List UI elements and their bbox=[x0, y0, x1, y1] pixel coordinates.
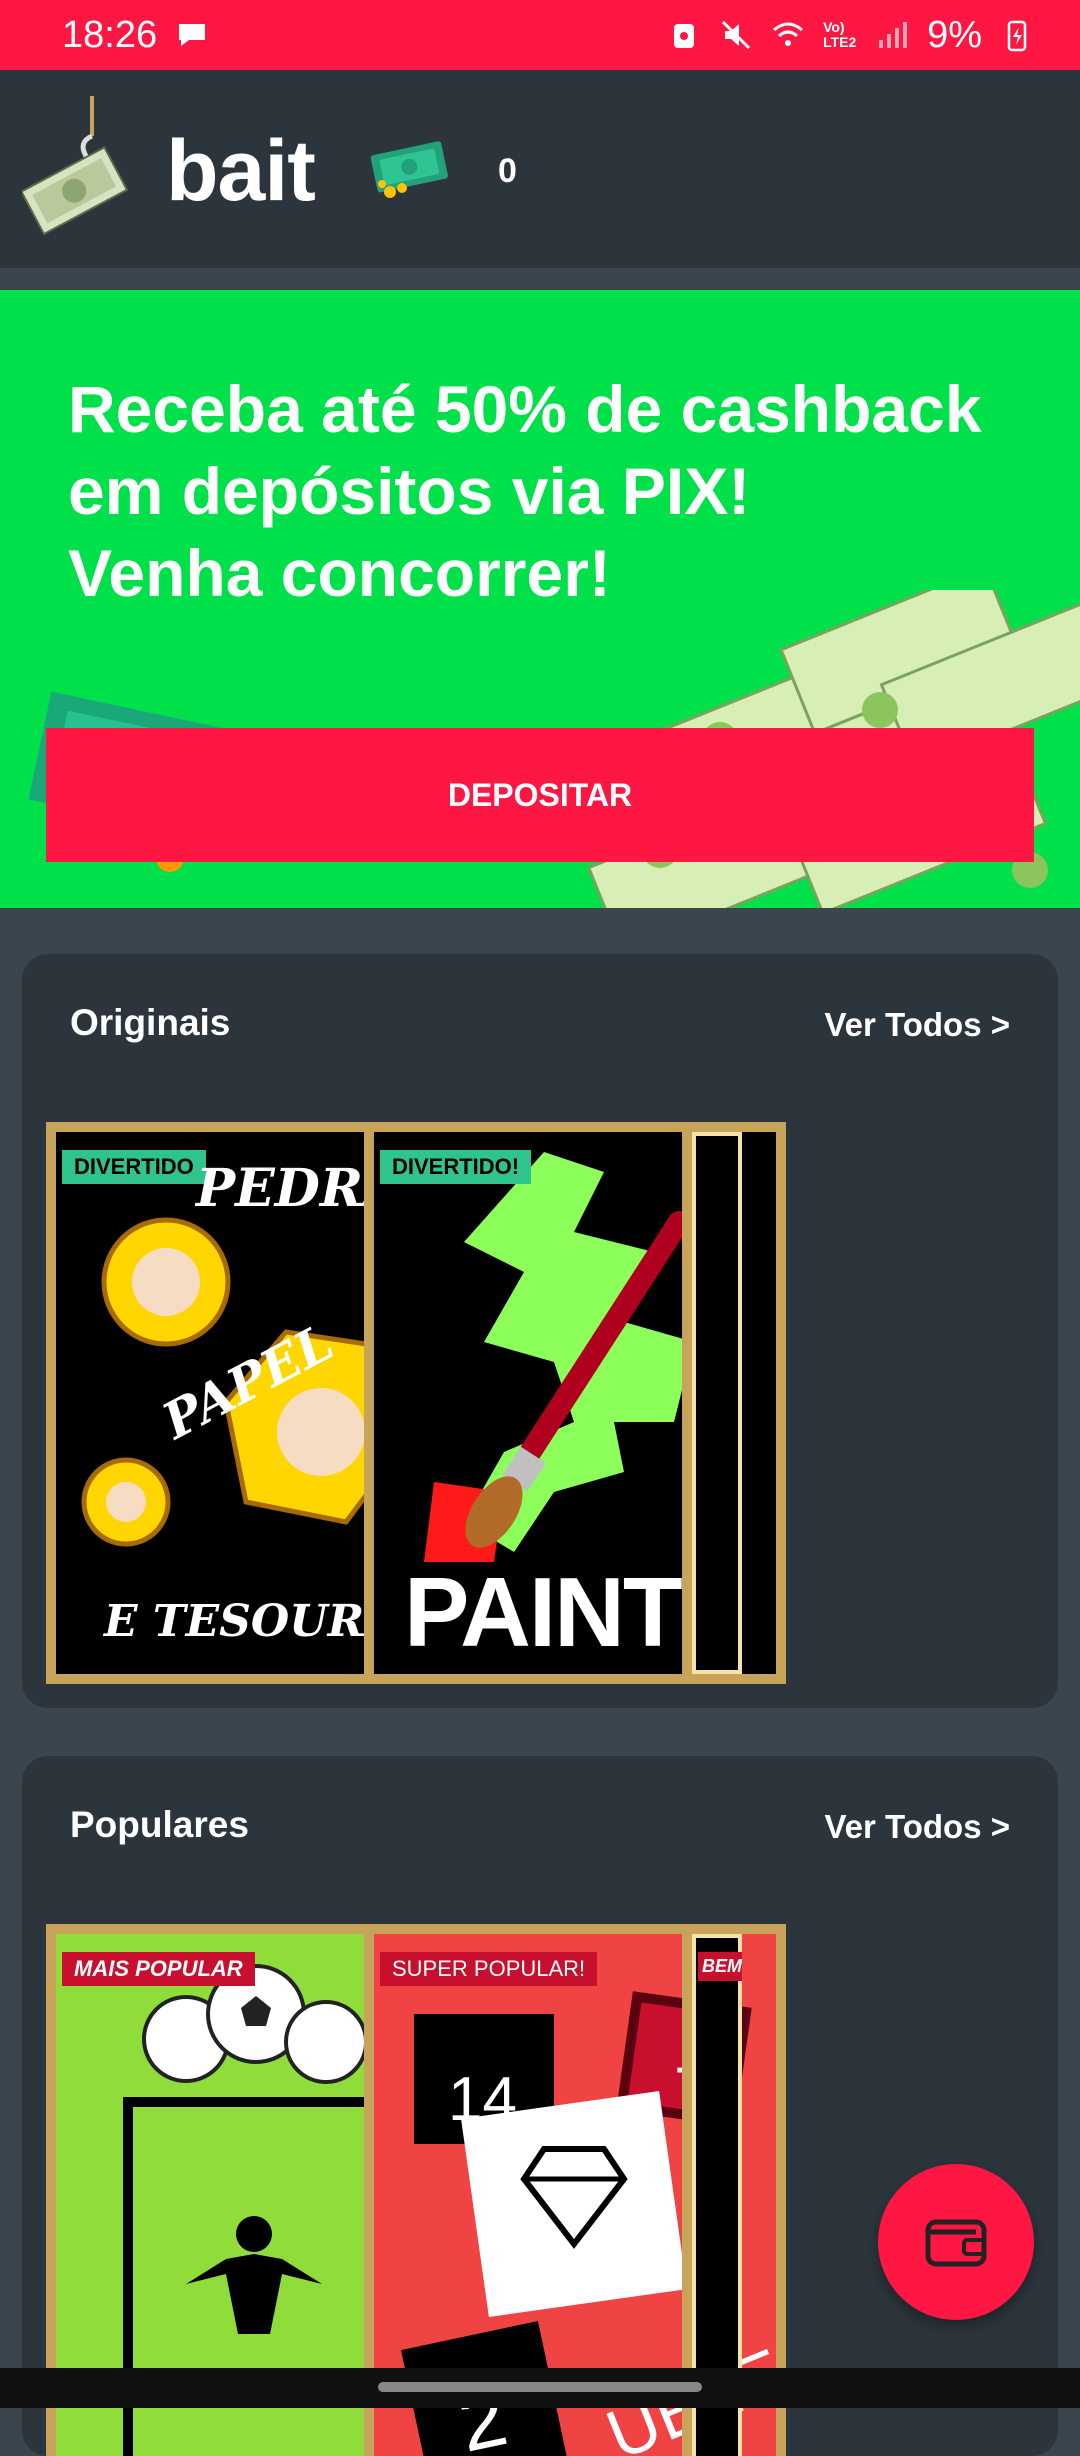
status-time: 18:26 bbox=[62, 13, 158, 56]
see-all-link[interactable]: Ver Todos > bbox=[824, 1006, 1010, 1044]
wallet-icon bbox=[925, 2219, 987, 2267]
section-title: Originais bbox=[70, 1002, 231, 1043]
card-tag: BEM bbox=[698, 1952, 742, 1981]
see-all-link[interactable]: Ver Todos > bbox=[824, 1808, 1010, 1846]
card-tag: DIVERTIDO! bbox=[380, 1150, 532, 1184]
wifi-icon bbox=[773, 22, 804, 46]
home-gesture-handle[interactable] bbox=[378, 2382, 702, 2392]
banner-line-1: Receba até 50% de cashback bbox=[68, 372, 982, 446]
deposit-button[interactable]: DEPOSITAR bbox=[46, 728, 1034, 862]
promo-banner[interactable]: Receba até 50% de cashback em depósitos … bbox=[0, 290, 1080, 908]
card-word-3: E TESOURA bbox=[104, 1596, 399, 1647]
card-title: PAINT bbox=[404, 1557, 683, 1667]
balance-value: 0 bbox=[498, 152, 517, 190]
card-tag: DIVERTIDO bbox=[62, 1150, 206, 1184]
battery-percent: 9% bbox=[927, 13, 982, 56]
money-bait-icon[interactable] bbox=[22, 96, 132, 236]
cash-icon bbox=[370, 141, 448, 198]
section-title: Populares bbox=[70, 1804, 249, 1845]
chat-bubble-icon bbox=[179, 24, 206, 46]
banner-title: Receba até 50% de cashback em depósitos … bbox=[68, 368, 1028, 614]
wallet-button[interactable] bbox=[878, 2164, 1034, 2320]
card-tag: MAIS POPULAR bbox=[62, 1952, 255, 1986]
mute-icon bbox=[722, 20, 751, 50]
banner-line-2: em depósitos via PIX! bbox=[68, 454, 751, 528]
network-label: Vo) LTE2 bbox=[823, 19, 857, 50]
card-number-14: 14 bbox=[448, 2065, 517, 2134]
battery-charging-icon bbox=[1007, 20, 1027, 52]
game-card-partial[interactable] bbox=[682, 1122, 742, 1684]
card-tag: SUPER POPULAR! bbox=[380, 1952, 598, 1986]
lock-app-icon bbox=[674, 24, 695, 48]
section-originais: Originais Ver Todos > DIVERTIDO PEDRA PA… bbox=[22, 954, 1058, 1708]
status-bar: 18:26 Vo) LTE2 9% bbox=[0, 0, 1080, 70]
brand-name: bait bbox=[166, 123, 316, 219]
section-populares: Populares Ver Todos > MAIS POPULAR SUPER… bbox=[22, 1756, 1058, 2456]
app-header: bait 0 bbox=[0, 70, 1080, 268]
signal-icon bbox=[879, 22, 908, 48]
